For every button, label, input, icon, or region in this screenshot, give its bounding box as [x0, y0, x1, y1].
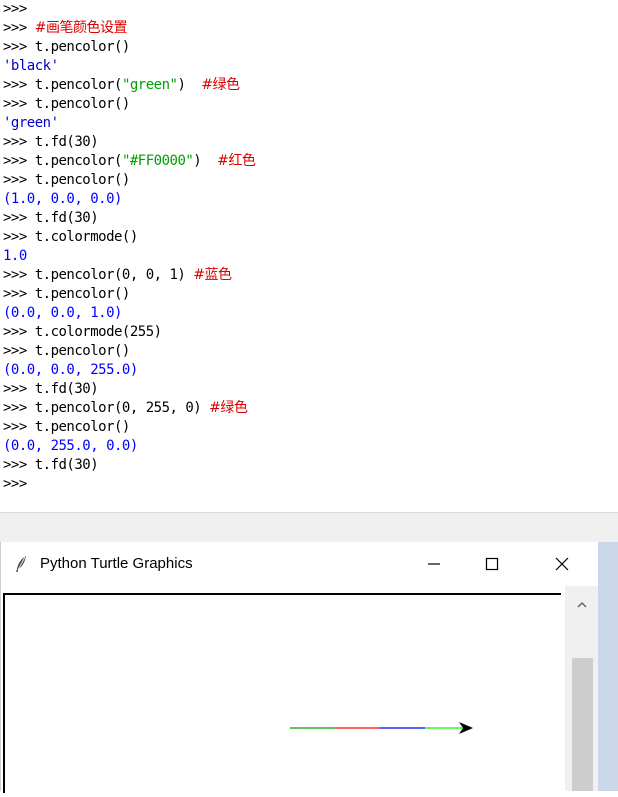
window-titlebar[interactable]: Python Turtle Graphics [1, 542, 599, 586]
shell-line: >>> t.pencolor("green") #绿色 [3, 76, 240, 95]
shell-line: 1.0 [3, 247, 27, 266]
shell-prompt: >>> [3, 1, 27, 17]
vertical-scrollbar[interactable] [565, 586, 599, 791]
close-button[interactable] [539, 542, 585, 586]
shell-code: t.fd(30) [34, 457, 99, 473]
shell-output: 'black' [3, 58, 59, 74]
shell-line: (1.0, 0.0, 0.0) [3, 190, 122, 209]
shell-prompt: >>> [3, 267, 35, 283]
shell-output: 'green' [3, 115, 59, 131]
shell-line: >>> [3, 0, 27, 19]
shell-prompt: >>> [3, 39, 35, 55]
maximize-icon [485, 557, 499, 571]
shell-line: (0.0, 255.0, 0.0) [3, 437, 138, 456]
shell-line: 'green' [3, 114, 59, 133]
shell-prompt: >>> [3, 381, 35, 397]
desktop-background [598, 542, 618, 791]
shell-prompt: >>> [3, 229, 35, 245]
scroll-thumb[interactable] [572, 658, 593, 791]
shell-code: t.pencolor( [34, 77, 123, 93]
shell-line: >>> t.pencolor(0, 0, 1) #蓝色 [3, 266, 232, 285]
shell-code: t.fd(30) [34, 381, 99, 397]
shell-line: >>> t.colormode(255) [3, 323, 162, 342]
shell-line: (0.0, 0.0, 255.0) [3, 361, 138, 380]
shell-prompt: >>> [3, 286, 35, 302]
shell-code: t.colormode() [34, 229, 139, 245]
shell-code: t.pencolor() [34, 39, 131, 55]
shell-line: >>> t.pencolor() [3, 171, 130, 190]
shell-code: t.pencolor(0, 0, 1) [34, 267, 194, 283]
shell-line: >>> t.pencolor() [3, 38, 130, 57]
shell-prompt: >>> [3, 210, 35, 226]
shell-code: t.pencolor( [34, 153, 123, 169]
shell-output: (0.0, 0.0, 1.0) [3, 305, 122, 321]
shell-line: >>> t.pencolor() [3, 285, 130, 304]
shell-code: t.pencolor(0, 255, 0) [34, 400, 210, 416]
shell-output: (0.0, 255.0, 0.0) [3, 438, 138, 454]
shell-prompt: >>> [3, 400, 35, 416]
shell-line: >>> t.fd(30) [3, 380, 99, 399]
shell-prompt: >>> [3, 324, 35, 340]
shell-prompt: >>> [3, 476, 27, 492]
maximize-button[interactable] [469, 542, 515, 586]
turtle-drawing [290, 722, 473, 734]
minimize-button[interactable] [411, 542, 457, 586]
shell-string-literal: "green" [121, 77, 178, 93]
desktop-gap [0, 512, 618, 543]
shell-code: t.fd(30) [34, 210, 99, 226]
shell-line: >>> #画笔颜色设置 [3, 19, 127, 38]
shell-code: t.fd(30) [34, 134, 99, 150]
python-shell-output[interactable]: >>> >>> #画笔颜色设置 >>> t.pencolor()'black' >>>… [0, 0, 618, 512]
shell-line: >>> t.pencolor(0, 255, 0) #绿色 [3, 399, 248, 418]
shell-comment: #蓝色 [193, 267, 232, 283]
shell-comment: #绿色 [201, 77, 240, 93]
scroll-up-button[interactable] [565, 594, 599, 614]
shell-line: 'black' [3, 57, 59, 76]
shell-code: t.pencolor() [34, 172, 131, 188]
turtle-graphics-window[interactable]: Python Turtle Graphics [0, 542, 599, 793]
shell-line: >>> t.fd(30) [3, 456, 99, 475]
shell-code: t.colormode(255) [34, 324, 162, 340]
shell-line: >>> t.pencolor() [3, 342, 130, 361]
shell-comment: #绿色 [209, 400, 248, 416]
shell-code: t.pencolor() [34, 96, 131, 112]
shell-code: t.pencolor() [34, 419, 131, 435]
shell-prompt: >>> [3, 134, 35, 150]
shell-code: ) [193, 153, 218, 169]
shell-comment: #红色 [217, 153, 256, 169]
shell-line: >>> t.colormode() [3, 228, 138, 247]
shell-line: >>> t.fd(30) [3, 209, 99, 228]
shell-output: (1.0, 0.0, 0.0) [3, 191, 122, 207]
minimize-icon [428, 563, 440, 565]
shell-code: t.pencolor() [34, 343, 131, 359]
shell-line: >>> t.pencolor() [3, 418, 130, 437]
shell-prompt: >>> [3, 457, 35, 473]
shell-comment: #画笔颜色设置 [34, 20, 128, 36]
shell-output: 1.0 [3, 248, 27, 264]
shell-line: >>> t.pencolor() [3, 95, 130, 114]
shell-string-literal: "#FF0000" [121, 153, 194, 169]
close-icon [555, 557, 569, 571]
shell-prompt: >>> [3, 20, 35, 36]
shell-code: ) [177, 77, 202, 93]
shell-line: >>> [3, 475, 27, 494]
shell-prompt: >>> [3, 343, 35, 359]
shell-line: (0.0, 0.0, 1.0) [3, 304, 122, 323]
shell-prompt: >>> [3, 172, 35, 188]
shell-prompt: >>> [3, 419, 35, 435]
turtle-canvas[interactable] [3, 593, 561, 793]
window-title: Python Turtle Graphics [40, 555, 193, 572]
shell-line: >>> t.fd(30) [3, 133, 99, 152]
feather-icon [16, 556, 26, 572]
shell-prompt: >>> [3, 153, 35, 169]
shell-prompt: >>> [3, 77, 35, 93]
shell-code: t.pencolor() [34, 286, 131, 302]
shell-prompt: >>> [3, 96, 35, 112]
shell-output: (0.0, 0.0, 255.0) [3, 362, 138, 378]
shell-line: >>> t.pencolor("#FF0000") #红色 [3, 152, 256, 171]
chevron-up-icon [577, 601, 587, 607]
